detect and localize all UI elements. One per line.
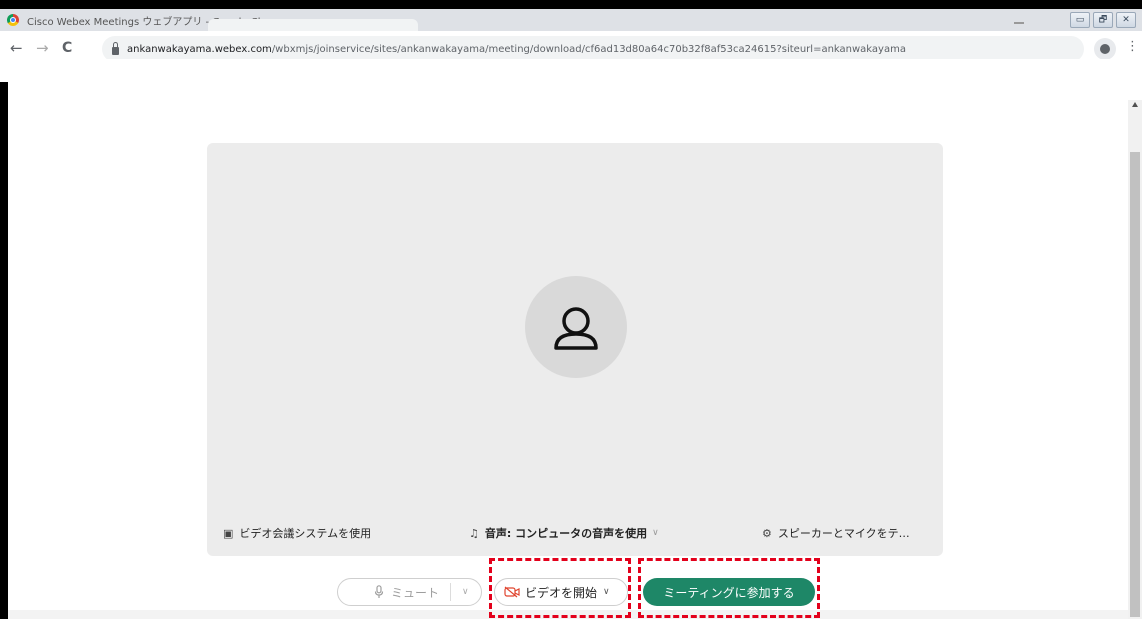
avatar	[525, 276, 627, 378]
scroll-thumb[interactable]	[1130, 152, 1140, 617]
person-outline-icon	[554, 307, 598, 350]
audio-video-options: ▣ ビデオ会議システムを使用 ♫ 音声: コンピュータの音声を使用 ∨ ⚙ スピ…	[207, 519, 943, 545]
audio-label: 音声: コンピュータの音声を使用	[484, 527, 648, 540]
headset-icon: ♫	[469, 526, 479, 540]
restore-button[interactable]: 🗗	[1093, 12, 1113, 28]
url-path: /wbxmjs/joinservice/sites/ankanwakayama/…	[271, 43, 906, 55]
title-bar: Cisco Webex Meetings ウェブアプリ - Google Chr…	[0, 9, 1142, 31]
chevron-down-icon: ∨	[652, 528, 659, 538]
close-button[interactable]: ✕	[1116, 12, 1136, 28]
gear-icon: ⚙	[762, 526, 772, 540]
chrome-logo-icon	[7, 14, 19, 26]
mic-icon	[374, 585, 384, 598]
back-arrow-icon[interactable]: ←	[10, 39, 23, 57]
url-text: ankanwakayama.webex.com/wbxmjs/joinservi…	[127, 44, 906, 55]
audio-option[interactable]: ♫ 音声: コンピュータの音声を使用 ∨	[469, 525, 659, 541]
speaker-mic-label: スピーカーとマイクをテ…	[777, 527, 910, 540]
mute-button[interactable]: ミュート ∨	[337, 578, 482, 606]
video-system-label: ビデオ会議システムを使用	[239, 527, 372, 540]
window-edge	[0, 82, 8, 619]
forward-arrow-icon[interactable]: →	[36, 39, 49, 57]
reload-icon[interactable]: C	[62, 39, 72, 57]
mute-button-content: ミュート	[374, 584, 439, 601]
mute-label: ミュート	[391, 585, 440, 600]
tab-strip-minimize-icon[interactable]	[1014, 22, 1024, 24]
video-system-icon: ▣	[223, 526, 234, 540]
video-system-option[interactable]: ▣ ビデオ会議システムを使用	[223, 525, 371, 541]
minimize-button[interactable]: ▭	[1070, 12, 1090, 28]
page-scrollbar[interactable]	[1128, 100, 1142, 619]
start-video-highlight	[489, 558, 631, 618]
window-controls: ▭ 🗗 ✕	[1070, 12, 1136, 28]
mute-options-chevron-icon[interactable]: ∨	[462, 587, 469, 597]
browser-tab[interactable]	[208, 19, 418, 31]
profile-icon[interactable]	[1094, 38, 1116, 60]
chrome-menu-icon[interactable]: ⋮	[1126, 39, 1139, 54]
video-preview-panel: ▣ ビデオ会議システムを使用 ♫ 音声: コンピュータの音声を使用 ∨ ⚙ スピ…	[207, 143, 943, 556]
profile-avatar-icon	[1100, 44, 1110, 54]
speaker-mic-test-option[interactable]: ⚙ スピーカーとマイクをテ…	[762, 525, 910, 541]
divider	[450, 583, 451, 601]
join-meeting-highlight	[638, 558, 820, 618]
lock-icon	[112, 42, 119, 55]
scroll-up-icon[interactable]	[1132, 102, 1138, 107]
url-host: ankanwakayama.webex.com	[127, 43, 272, 55]
